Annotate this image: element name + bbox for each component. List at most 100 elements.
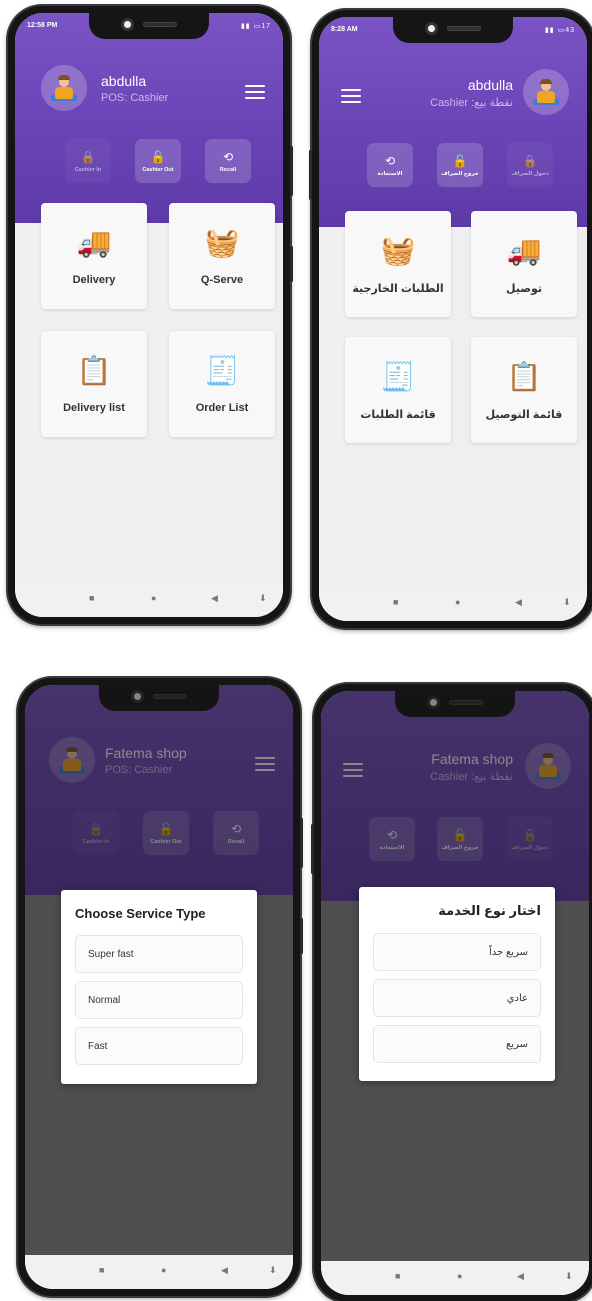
recall-icon: ⟲ <box>222 149 234 164</box>
back-icon[interactable]: ◀ <box>211 593 218 604</box>
unlock-icon: 🔓 <box>150 149 166 164</box>
service-type-dialog: اختار نوع الخدمة سريع جداً عادي سريع <box>359 887 555 1081</box>
status-icons: ▮▮ ▭43 <box>544 27 575 34</box>
status-time: 12:58 PM <box>27 22 58 29</box>
option-normal[interactable]: عادي <box>373 979 541 1017</box>
screen: 12:58 PM ▮▮ ▭17 abdulla POS: Cashier 🔒 C… <box>15 13 283 617</box>
recall-icon: ⟲ <box>384 153 396 168</box>
quick-actions: ⟲ الاستعادة 🔓 خروج الصراف 🔒 دخول الصراف <box>319 143 587 187</box>
back-icon[interactable]: ◀ <box>221 1265 228 1276</box>
quick-actions: 🔒 Cashier In 🔓 Cashier Out ⟲ Recall <box>15 139 283 183</box>
phone-english-home: 12:58 PM ▮▮ ▭17 abdulla POS: Cashier 🔒 C… <box>8 6 293 624</box>
tile-delivery-list[interactable]: 📋 Delivery list <box>41 331 147 437</box>
system-nav-bar: ■ ● ◀ ⬇ <box>25 1255 293 1289</box>
screen: Fatema shop POS: Cashier 🔒 Cashier In 🔓 … <box>25 685 293 1289</box>
recents-icon[interactable]: ■ <box>393 597 398 607</box>
system-nav-bar: ■ ● ◀ ⬇ <box>15 583 283 617</box>
hide-keyboard-icon[interactable]: ⬇ <box>259 593 267 604</box>
cashier-in-label: دخول الصراف <box>511 170 549 177</box>
system-nav-bar: ■ ● ◀ ⬇ <box>319 587 587 621</box>
user-name: abdulla <box>101 73 147 89</box>
tile-order-list[interactable]: 🧾 Order List <box>169 331 275 437</box>
home-icon[interactable]: ● <box>161 1265 166 1275</box>
tile-label: Q-Serve <box>200 274 244 286</box>
clipboard-icon: 📋 <box>506 360 542 392</box>
tile-label: Delivery <box>72 274 116 286</box>
recall-label: Recall <box>219 166 237 173</box>
cashier-avatar-icon[interactable] <box>523 69 569 115</box>
option-super-fast[interactable]: سريع جداً <box>373 933 541 971</box>
dialog-title: اختار نوع الخدمة <box>438 903 541 918</box>
tile-q-serve[interactable]: 🧺 Q-Serve <box>169 203 275 309</box>
option-normal[interactable]: Normal <box>75 981 243 1019</box>
menu-icon[interactable] <box>341 89 361 103</box>
screen: Fatema shop Cashier :نقطة بيع ⟲ الاستعاد… <box>321 691 589 1295</box>
header-background <box>319 17 587 227</box>
tile-delivery[interactable]: 🚚 توصيل <box>471 211 577 317</box>
lock-icon: 🔒 <box>80 149 96 164</box>
profile-header: abdulla Cashier :نقطة بيع <box>319 69 587 115</box>
user-role: POS: Cashier <box>101 92 169 104</box>
tile-label: Delivery list <box>63 402 125 414</box>
delivery-truck-icon: 🚚 <box>76 227 112 258</box>
option-fast[interactable]: Fast <box>75 1027 243 1065</box>
recall-button[interactable]: ⟲ Recall <box>205 139 251 183</box>
cashier-in-button[interactable]: 🔒 Cashier In <box>65 139 111 183</box>
cashier-in-button[interactable]: 🔒 دخول الصراف <box>507 143 553 187</box>
phone-arabic-service-modal: Fatema shop Cashier :نقطة بيع ⟲ الاستعاد… <box>311 684 592 1301</box>
recents-icon[interactable]: ■ <box>395 1271 400 1281</box>
hide-keyboard-icon[interactable]: ⬇ <box>565 1271 573 1282</box>
tile-label: الطلبات الخارجية <box>352 282 444 295</box>
tile-label: قائمة الطلبات <box>360 408 436 421</box>
cashier-out-label: خروج الصراف <box>441 170 479 177</box>
phone-english-service-modal: Fatema shop POS: Cashier 🔒 Cashier In 🔓 … <box>18 678 303 1296</box>
hide-keyboard-icon[interactable]: ⬇ <box>269 1265 277 1276</box>
home-icon[interactable]: ● <box>455 597 460 607</box>
hide-keyboard-icon[interactable]: ⬇ <box>563 597 571 608</box>
cashier-avatar-icon[interactable] <box>41 65 87 111</box>
order-calculator-icon: 🧾 <box>380 360 416 392</box>
tile-label: توصيل <box>506 282 542 295</box>
recents-icon[interactable]: ■ <box>89 593 94 603</box>
washing-machine-icon: 🧺 <box>204 227 240 258</box>
service-type-dialog: Choose Service Type Super fast Normal Fa… <box>61 890 257 1084</box>
recall-button[interactable]: ⟲ الاستعادة <box>367 143 413 187</box>
unlock-icon: 🔓 <box>452 153 468 168</box>
cashier-out-button[interactable]: 🔓 خروج الصراف <box>437 143 483 187</box>
tile-order-list[interactable]: 🧾 قائمة الطلبات <box>345 337 451 443</box>
back-icon[interactable]: ◀ <box>515 597 522 608</box>
tile-label: Order List <box>195 402 249 414</box>
user-name: abdulla <box>467 77 513 93</box>
clipboard-icon: 📋 <box>76 355 112 386</box>
status-icons: ▮▮ ▭17 <box>240 23 271 30</box>
system-nav-bar: ■ ● ◀ ⬇ <box>321 1261 589 1295</box>
order-calculator-icon: 🧾 <box>204 355 240 386</box>
recents-icon[interactable]: ■ <box>99 1265 104 1275</box>
home-icon[interactable]: ● <box>457 1271 462 1281</box>
tile-label: قائمة التوصيل <box>485 408 563 421</box>
user-role: Cashier :نقطة بيع <box>430 97 513 109</box>
phone-arabic-home: 8:28 AM ▮▮ ▭43 abdulla Cashier :نقطة بيع… <box>309 10 592 628</box>
profile-header: abdulla POS: Cashier <box>15 65 283 111</box>
recall-label: الاستعادة <box>377 170 403 177</box>
back-icon[interactable]: ◀ <box>517 1271 524 1282</box>
menu-icon[interactable] <box>245 85 265 99</box>
status-time: 8:28 AM <box>331 26 358 33</box>
notch <box>89 13 209 39</box>
cashier-out-button[interactable]: 🔓 Cashier Out <box>135 139 181 183</box>
dialog-title: Choose Service Type <box>75 906 206 921</box>
option-fast[interactable]: سريع <box>373 1025 541 1063</box>
cashier-out-label: Cashier Out <box>142 166 174 173</box>
tile-external-orders[interactable]: 🧺 الطلبات الخارجية <box>345 211 451 317</box>
notch <box>393 17 513 43</box>
tile-delivery[interactable]: 🚚 Delivery <box>41 203 147 309</box>
delivery-truck-icon: 🚚 <box>506 234 542 266</box>
washing-machine-icon: 🧺 <box>380 234 416 266</box>
lock-icon: 🔒 <box>522 153 538 168</box>
tile-delivery-list[interactable]: 📋 قائمة التوصيل <box>471 337 577 443</box>
screen: 8:28 AM ▮▮ ▭43 abdulla Cashier :نقطة بيع… <box>319 17 587 621</box>
showcase: 12:58 PM ▮▮ ▭17 abdulla POS: Cashier 🔒 C… <box>0 0 592 1301</box>
header-background <box>15 13 283 223</box>
home-icon[interactable]: ● <box>151 593 156 603</box>
option-super-fast[interactable]: Super fast <box>75 935 243 973</box>
